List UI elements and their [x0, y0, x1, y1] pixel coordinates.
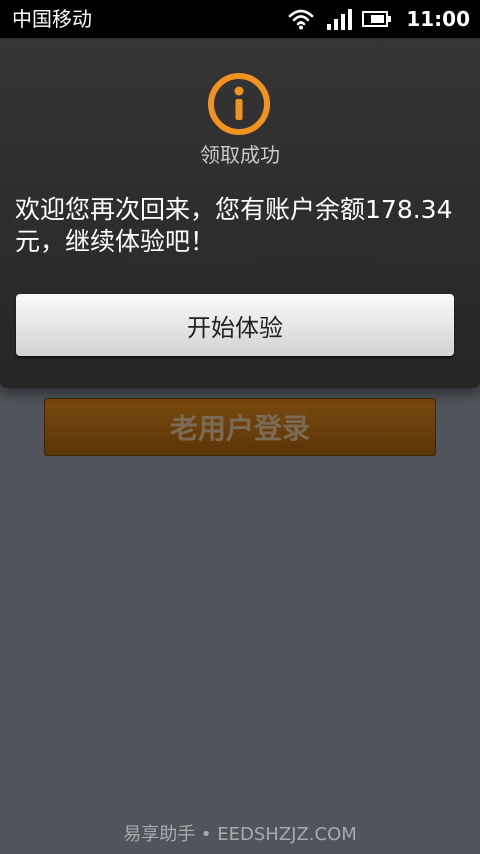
watermark: 易享助手 • EEDSHZJZ.COM	[123, 824, 357, 845]
start-experience-button[interactable]: 开始体验	[16, 294, 454, 356]
signal-icon	[327, 9, 353, 30]
carrier-name: 中国移动	[12, 7, 92, 31]
info-icon	[208, 73, 270, 135]
dialog-title: 领取成功	[200, 143, 280, 167]
status-bar: 中国移动 11:00	[0, 0, 480, 38]
old-user-login-button[interactable]: 老用户登录	[44, 398, 436, 456]
start-experience-label: 开始体验	[187, 313, 283, 342]
battery-icon	[362, 11, 392, 27]
dialog-message: 欢迎您再次回来，您有账户余额178.34元，继续体验吧！	[15, 195, 453, 256]
wifi-icon	[289, 9, 314, 30]
clock: 11:00	[406, 7, 470, 31]
success-dialog: 领取成功 欢迎您再次回来，您有账户余额178.34元，继续体验吧！ 开始体验	[0, 38, 480, 388]
old-user-login-label: 老用户登录	[169, 412, 310, 445]
status-icons: 11:00	[288, 0, 470, 38]
